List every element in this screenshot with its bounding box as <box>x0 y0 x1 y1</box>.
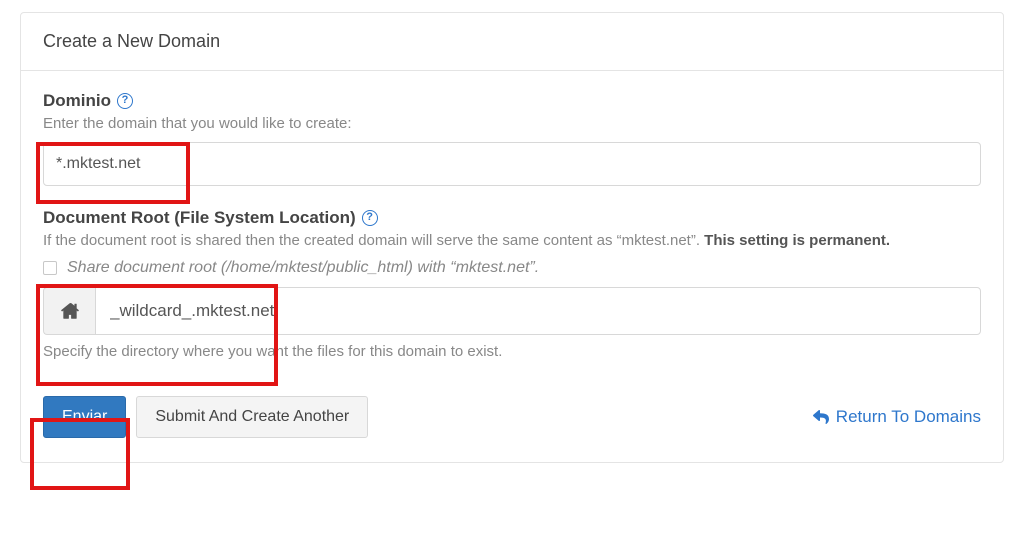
docroot-subtext: Specify the directory where you want the… <box>43 343 981 360</box>
panel-body: Dominio ? Enter the domain that you woul… <box>21 71 1003 462</box>
domain-hint: Enter the domain that you would like to … <box>43 115 981 132</box>
domain-input[interactable] <box>43 142 981 186</box>
docroot-input[interactable] <box>95 287 981 335</box>
create-domain-panel: Create a New Domain Dominio ? Enter the … <box>20 12 1004 463</box>
docroot-input-group <box>43 287 981 335</box>
return-link-text: Return To Domains <box>836 407 981 427</box>
buttons: Enviar Submit And Create Another <box>43 396 368 438</box>
docroot-group: Document Root (File System Location) ? I… <box>43 208 981 360</box>
docroot-hint-text: If the document root is shared then the … <box>43 232 704 249</box>
domain-group: Dominio ? Enter the domain that you woul… <box>43 91 981 186</box>
help-icon[interactable]: ? <box>117 93 133 109</box>
reply-arrow-icon <box>812 409 830 425</box>
submit-button[interactable]: Enviar <box>43 396 126 438</box>
share-docroot-checkbox[interactable] <box>43 261 57 275</box>
submit-create-another-button[interactable]: Submit And Create Another <box>136 396 368 438</box>
return-to-domains-link[interactable]: Return To Domains <box>812 407 981 427</box>
docroot-label-row: Document Root (File System Location) ? <box>43 208 981 228</box>
help-icon[interactable]: ? <box>362 210 378 226</box>
domain-label-row: Dominio ? <box>43 91 981 111</box>
home-icon <box>43 287 95 335</box>
share-docroot-row: Share document root (/home/mktest/public… <box>43 259 981 277</box>
share-docroot-label: Share document root (/home/mktest/public… <box>67 259 539 277</box>
docroot-label: Document Root (File System Location) <box>43 208 356 228</box>
page: Create a New Domain Dominio ? Enter the … <box>0 0 1024 537</box>
actions-row: Enviar Submit And Create Another Return … <box>43 396 981 438</box>
domain-label: Dominio <box>43 91 111 111</box>
docroot-hint: If the document root is shared then the … <box>43 232 981 249</box>
docroot-hint-bold: This setting is permanent. <box>704 232 890 249</box>
panel-title: Create a New Domain <box>21 13 1003 71</box>
